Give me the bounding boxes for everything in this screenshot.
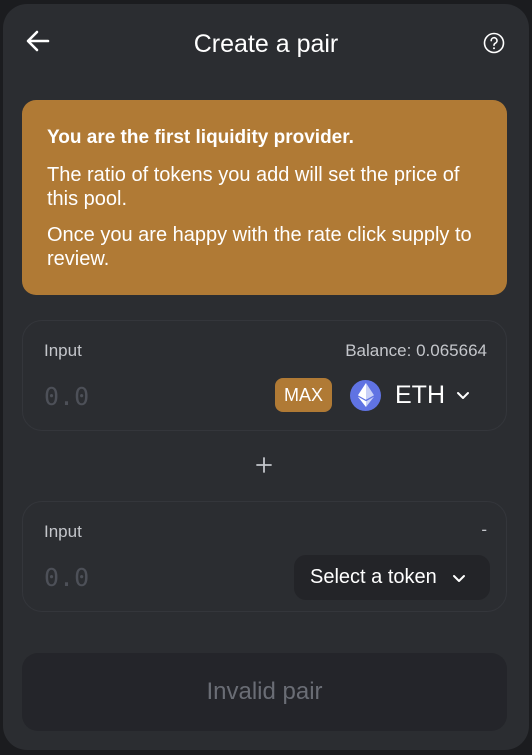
max-button[interactable]: MAX xyxy=(275,378,332,412)
chevron-down-icon xyxy=(457,392,469,399)
help-icon[interactable] xyxy=(483,32,505,54)
balance-text: - xyxy=(481,520,487,539)
select-token-label: Select a token xyxy=(310,566,437,588)
input-label: Input xyxy=(44,341,82,360)
input-label: Input xyxy=(44,522,82,541)
currency-input-panel-b: Input - Select a token xyxy=(22,501,507,612)
invalid-pair-button[interactable]: Invalid pair xyxy=(22,653,507,731)
banner-text-review: Once you are happy with the rate click s… xyxy=(47,224,472,270)
header: Create a pair xyxy=(3,4,529,84)
create-pair-card: Create a pair You are the first liquidit… xyxy=(3,4,529,750)
plus-icon xyxy=(256,457,272,473)
chevron-down-icon xyxy=(452,574,465,582)
balance-text: Balance: 0.065664 xyxy=(345,341,487,360)
token-select-eth[interactable]: ETH xyxy=(350,377,490,413)
amount-input-b[interactable] xyxy=(44,560,234,594)
first-liquidity-provider-banner: You are the first liquidity provider. Th… xyxy=(22,100,507,295)
banner-heading: You are the first liquidity provider. xyxy=(47,127,354,148)
token-symbol: ETH xyxy=(395,380,445,409)
ethereum-icon xyxy=(350,379,381,411)
select-token-button[interactable]: Select a token xyxy=(294,555,490,600)
page-title: Create a pair xyxy=(193,30,339,58)
currency-input-panel-a: Input Balance: 0.065664 MAX ETH xyxy=(22,320,507,431)
banner-text-ratio: The ratio of tokens you add will set the… xyxy=(47,164,460,210)
amount-input-a[interactable] xyxy=(44,379,234,413)
